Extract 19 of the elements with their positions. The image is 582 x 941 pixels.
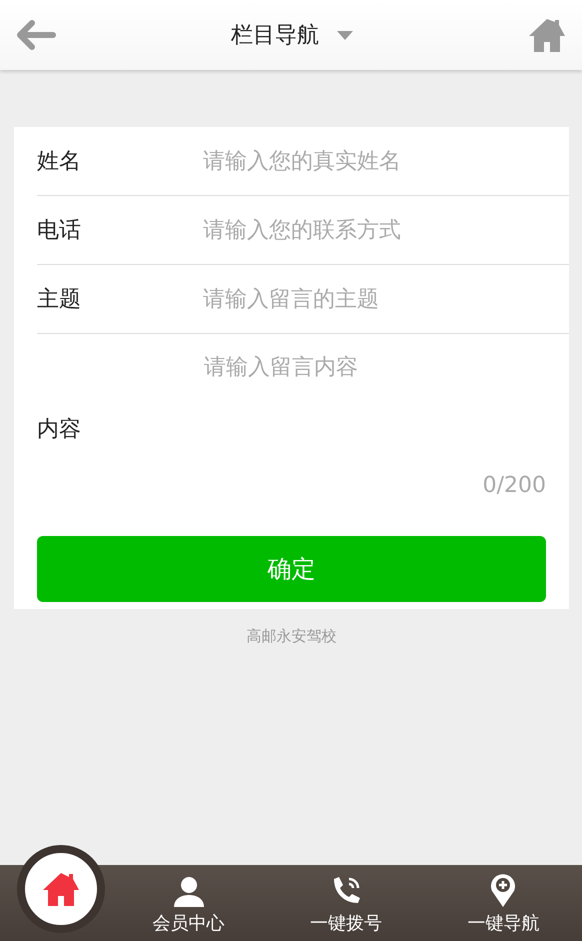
tab-item[interactable]: 一键导航 <box>424 865 582 941</box>
home-icon[interactable] <box>528 18 566 52</box>
field-label: 内容 <box>37 416 82 444</box>
field-label: 主题 <box>37 286 82 314</box>
input-field[interactable]: 请输入您的联系方式 <box>201 216 569 244</box>
tab-item[interactable]: 一键拨号 <box>267 867 425 941</box>
input-field[interactable]: 请输入留言的主题 <box>201 286 569 312</box>
field-label: 姓名 <box>37 148 82 176</box>
home-icon <box>41 871 81 907</box>
footer-text: 高邮永安驾校 <box>246 627 336 646</box>
char-counter: 0/200 <box>482 473 546 498</box>
location-pin-icon <box>489 873 518 907</box>
back-icon[interactable] <box>16 20 56 50</box>
tab-item[interactable]: 会员中心 <box>110 867 268 941</box>
caret-icon[interactable] <box>337 30 353 40</box>
person-icon <box>172 875 206 907</box>
field-label: 电话 <box>37 217 82 245</box>
page-title[interactable]: 栏目导航 <box>231 20 319 50</box>
input-field[interactable]: 请输入您的真实姓名 <box>201 148 569 174</box>
